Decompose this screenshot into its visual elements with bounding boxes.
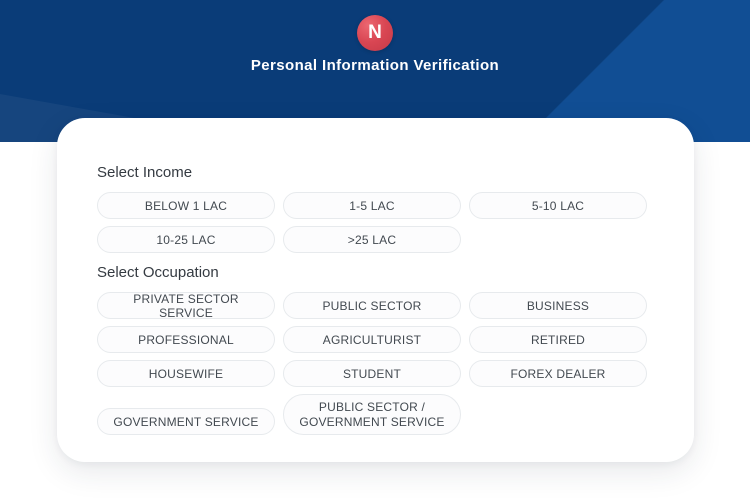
occupation-row-3: HOUSEWIFE STUDENT FOREX DEALER: [97, 360, 654, 387]
occupation-option-private-sector-service[interactable]: PRIVATE SECTOR SERVICE: [97, 292, 275, 319]
form-card: Select Income BELOW 1 LAC 1-5 LAC 5-10 L…: [57, 118, 694, 462]
income-option-1-5-lac[interactable]: 1-5 LAC: [283, 192, 461, 219]
income-option-above-25-lac[interactable]: >25 LAC: [283, 226, 461, 253]
occupation-option-student[interactable]: STUDENT: [283, 360, 461, 387]
occupation-row-1: PRIVATE SECTOR SERVICE PUBLIC SECTOR BUS…: [97, 292, 654, 319]
income-row-2: 10-25 LAC >25 LAC: [97, 226, 654, 253]
occupation-option-professional[interactable]: PROFESSIONAL: [97, 326, 275, 353]
occupation-option-business[interactable]: BUSINESS: [469, 292, 647, 319]
income-section-label: Select Income: [97, 164, 654, 181]
occupation-row-4: GOVERNMENT SERVICE PUBLIC SECTOR / GOVER…: [97, 394, 654, 435]
income-row-1: BELOW 1 LAC 1-5 LAC 5-10 LAC: [97, 192, 654, 219]
occupation-option-public-sector[interactable]: PUBLIC SECTOR: [283, 292, 461, 319]
occupation-section-label: Select Occupation: [97, 264, 654, 281]
page-title: Personal Information Verification: [0, 57, 750, 74]
occupation-option-housewife[interactable]: HOUSEWIFE: [97, 360, 275, 387]
occupation-row-2: PROFESSIONAL AGRICULTURIST RETIRED: [97, 326, 654, 353]
brand-logo-letter: N: [368, 23, 382, 42]
occupation-option-agriculturist[interactable]: AGRICULTURIST: [283, 326, 461, 353]
income-option-5-10-lac[interactable]: 5-10 LAC: [469, 192, 647, 219]
brand-logo: N: [357, 15, 393, 51]
occupation-option-forex-dealer[interactable]: FOREX DEALER: [469, 360, 647, 387]
income-option-below-1-lac[interactable]: BELOW 1 LAC: [97, 192, 275, 219]
occupation-option-public-sector-government-service[interactable]: PUBLIC SECTOR / GOVERNMENT SERVICE: [283, 394, 461, 435]
occupation-option-government-service[interactable]: GOVERNMENT SERVICE: [97, 408, 275, 435]
income-option-10-25-lac[interactable]: 10-25 LAC: [97, 226, 275, 253]
occupation-option-retired[interactable]: RETIRED: [469, 326, 647, 353]
